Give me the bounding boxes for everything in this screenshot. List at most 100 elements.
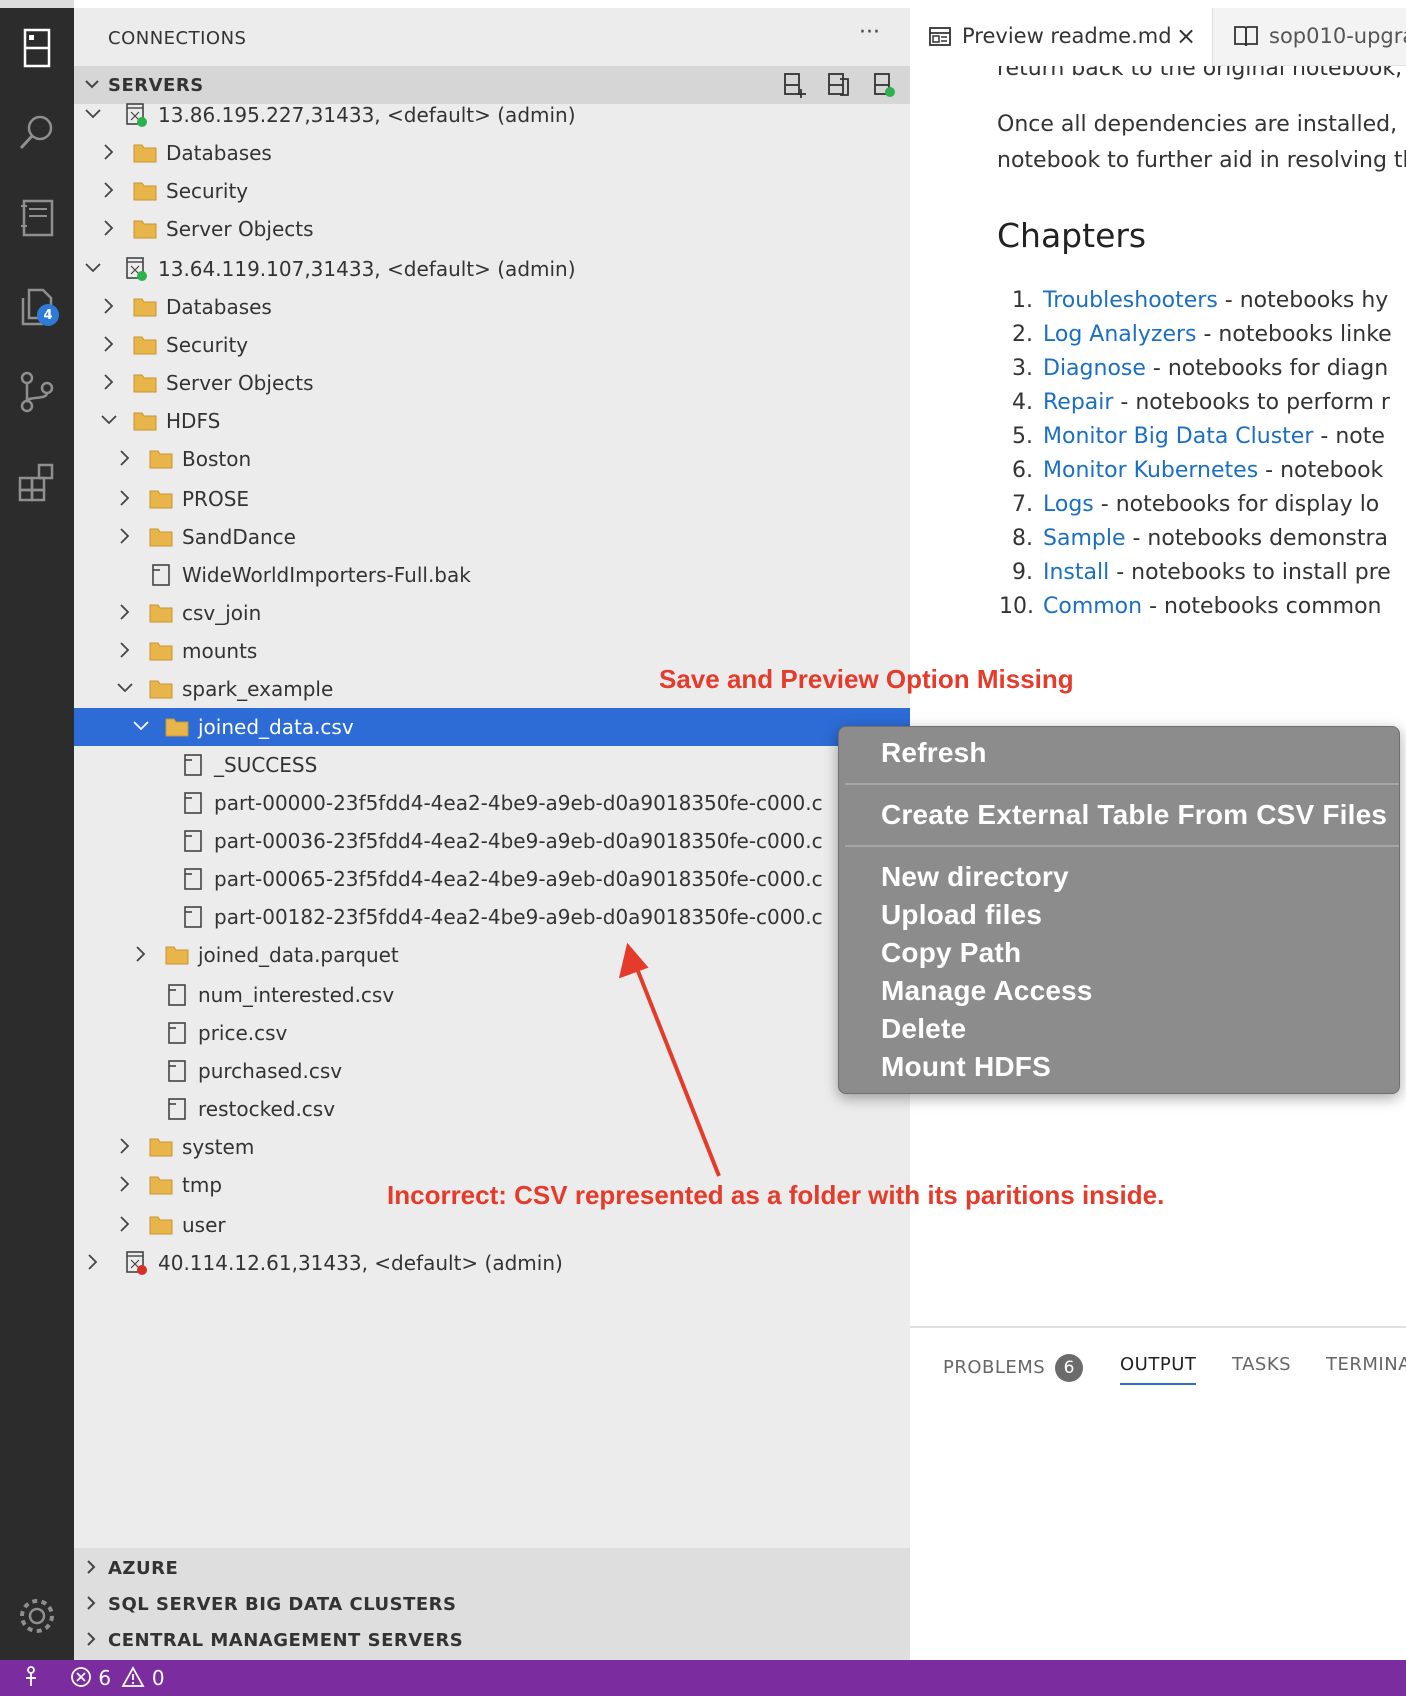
active-connections-icon[interactable]: [870, 71, 898, 99]
folder-node[interactable]: Databases: [74, 134, 910, 172]
chevron-right-icon[interactable]: [116, 448, 134, 468]
node-label: 13.64.119.107,31433, <default> (admin): [158, 257, 576, 281]
chevron-right-icon[interactable]: [116, 488, 134, 508]
chevron-right-icon[interactable]: [116, 602, 134, 622]
file-icon: [164, 982, 190, 1008]
node-label: Server Objects: [166, 217, 314, 241]
chevron-right-icon[interactable]: [100, 180, 118, 200]
folder-node[interactable]: system: [74, 1128, 910, 1166]
chevron-down-icon[interactable]: [116, 678, 134, 698]
chevron-right-icon[interactable]: [84, 1252, 102, 1272]
chevron-right-icon[interactable]: [100, 334, 118, 354]
chevron-right-icon[interactable]: [116, 1174, 134, 1194]
source-control-icon[interactable]: [11, 366, 63, 418]
file-node[interactable]: price.csv: [74, 1014, 910, 1052]
node-label: part-00036-23f5fdd4-4ea2-4be9-a9eb-d0a90…: [214, 829, 823, 853]
new-connection-icon[interactable]: [780, 71, 808, 99]
folder-node[interactable]: Security: [74, 326, 910, 364]
chapter-link[interactable]: Diagnose: [1043, 356, 1146, 381]
menu-item-manage-access[interactable]: Manage Access: [881, 975, 1093, 1007]
chevron-right-icon[interactable]: [100, 218, 118, 238]
folder-node[interactable]: Security: [74, 172, 910, 210]
chevron-right-icon[interactable]: [116, 640, 134, 660]
search-icon[interactable]: [11, 106, 63, 158]
chapter-link[interactable]: Monitor Big Data Cluster: [1043, 424, 1313, 449]
folder-node[interactable]: Server Objects: [74, 364, 910, 402]
file-node[interactable]: part-00182-23f5fdd4-4ea2-4be9-a9eb-d0a90…: [74, 898, 910, 936]
more-actions-button[interactable]: ···: [859, 20, 880, 45]
tab-output[interactable]: OUTPUT: [1120, 1354, 1197, 1385]
close-icon[interactable]: ×: [1176, 22, 1196, 50]
extensions-icon[interactable]: [11, 456, 63, 508]
file-node[interactable]: _SUCCESS: [74, 746, 910, 784]
folder-node[interactable]: Server Objects: [74, 210, 910, 248]
folder-icon: [132, 294, 158, 320]
activity-bar: 4: [0, 0, 74, 1660]
tab-terminal[interactable]: TERMINA: [1326, 1354, 1406, 1375]
tab-tasks[interactable]: TASKS: [1232, 1354, 1291, 1375]
file-node[interactable]: part-00036-23f5fdd4-4ea2-4be9-a9eb-d0a90…: [74, 822, 910, 860]
menu-separator: [845, 845, 1399, 847]
chevron-right-icon[interactable]: [116, 1136, 134, 1156]
file-node[interactable]: part-00065-23f5fdd4-4ea2-4be9-a9eb-d0a90…: [74, 860, 910, 898]
tab-preview-readme[interactable]: Preview readme.md ×: [910, 8, 1212, 66]
chevron-down-icon[interactable]: [84, 258, 102, 278]
chapter-link[interactable]: Common: [1043, 594, 1142, 619]
chevron-right-icon[interactable]: [116, 526, 134, 546]
chevron-right-icon[interactable]: [100, 372, 118, 392]
chapter-link[interactable]: Log Analyzers: [1043, 322, 1196, 347]
tab-problems[interactable]: PROBLEMS 6: [943, 1354, 1084, 1382]
folder-node[interactable]: joined_data.csv: [74, 708, 910, 746]
menu-item-mount-hdfs[interactable]: Mount HDFS: [881, 1051, 1051, 1083]
explorer-icon[interactable]: [11, 22, 63, 74]
chapter-link[interactable]: Logs: [1043, 492, 1094, 517]
errors-indicator[interactable]: 6 0: [70, 1666, 165, 1690]
menu-item-delete[interactable]: Delete: [881, 1013, 966, 1045]
chevron-right-icon[interactable]: [100, 296, 118, 316]
folder-icon: [132, 332, 158, 358]
chevron-right-icon[interactable]: [132, 944, 150, 964]
tab-sop010[interactable]: sop010-upgra: [1212, 8, 1406, 66]
chapter-link[interactable]: Sample: [1043, 526, 1126, 551]
book-icon: [1233, 24, 1259, 52]
file-node[interactable]: purchased.csv: [74, 1052, 910, 1090]
chevron-down-icon[interactable]: [100, 410, 118, 430]
menu-item-copy-path[interactable]: Copy Path: [881, 937, 1021, 969]
folder-node[interactable]: SandDance: [74, 518, 910, 556]
file-node[interactable]: num_interested.csv: [74, 976, 910, 1014]
chevron-right-icon[interactable]: [116, 1214, 134, 1234]
chevron-down-icon[interactable]: [132, 716, 150, 736]
folder-node[interactable]: user: [74, 1206, 910, 1244]
chapter-link[interactable]: Install: [1043, 560, 1109, 585]
file-node[interactable]: WideWorldImporters-Full.bak: [74, 556, 910, 594]
notebook-icon[interactable]: [11, 192, 63, 244]
chapter-link[interactable]: Monitor Kubernetes: [1043, 458, 1258, 483]
chapter-link[interactable]: Repair: [1043, 390, 1113, 415]
menu-item-refresh[interactable]: Refresh: [881, 737, 987, 769]
menu-item-new-directory[interactable]: New directory: [881, 861, 1069, 893]
node-label: purchased.csv: [198, 1059, 343, 1083]
server-node[interactable]: 13.86.195.227,31433, <default> (admin): [74, 96, 910, 134]
remote-icon[interactable]: [22, 1666, 40, 1693]
gear-icon[interactable]: [11, 1590, 63, 1642]
new-server-group-icon[interactable]: [824, 71, 852, 99]
section-azure[interactable]: AZURE: [74, 1550, 910, 1586]
folder-node[interactable]: Databases: [74, 288, 910, 326]
menu-item-create-external-table[interactable]: Create External Table From CSV Files: [881, 799, 1387, 831]
file-node[interactable]: restocked.csv: [74, 1090, 910, 1128]
files-icon[interactable]: 4: [11, 280, 63, 332]
folder-node[interactable]: HDFS: [74, 402, 910, 440]
file-node[interactable]: part-00000-23f5fdd4-4ea2-4be9-a9eb-d0a90…: [74, 784, 910, 822]
server-node[interactable]: 13.64.119.107,31433, <default> (admin): [74, 250, 910, 288]
section-central-management-servers[interactable]: CENTRAL MANAGEMENT SERVERS: [74, 1622, 910, 1658]
chevron-down-icon[interactable]: [84, 104, 102, 124]
server-node[interactable]: 40.114.12.61,31433, <default> (admin): [74, 1244, 910, 1282]
folder-node[interactable]: joined_data.parquet: [74, 936, 910, 974]
folder-node[interactable]: csv_join: [74, 594, 910, 632]
folder-node[interactable]: PROSE: [74, 480, 910, 518]
chapter-link[interactable]: Troubleshooters: [1043, 288, 1218, 313]
chevron-right-icon[interactable]: [100, 142, 118, 162]
section-big-data-clusters[interactable]: SQL SERVER BIG DATA CLUSTERS: [74, 1586, 910, 1622]
menu-item-upload-files[interactable]: Upload files: [881, 899, 1042, 931]
folder-node[interactable]: Boston: [74, 440, 910, 478]
